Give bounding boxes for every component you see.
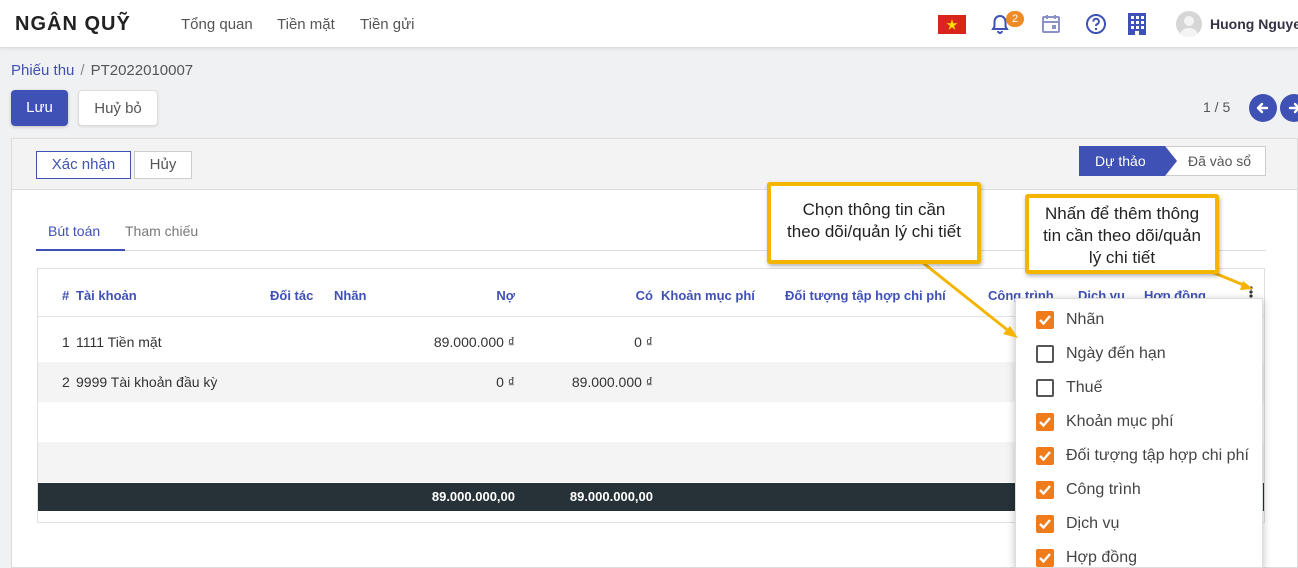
row-credit[interactable]: 89.000.000 ₫	[518, 374, 653, 390]
breadcrumb: Phiếu thu / PT2022010007	[11, 62, 193, 79]
pager-value: 1 / 5	[1203, 99, 1231, 115]
notification-badge: 2	[1006, 11, 1024, 27]
column-option-label: Thuế	[1066, 379, 1103, 396]
col-header-debit[interactable]: Nợ	[418, 288, 515, 303]
save-button[interactable]: Lưu	[11, 90, 68, 126]
breadcrumb-separator: /	[80, 62, 85, 79]
row-number: 1	[62, 334, 70, 350]
check-icon	[1039, 519, 1051, 530]
col-header-label[interactable]: Nhãn	[334, 288, 367, 303]
checkbox-unchecked[interactable]	[1036, 379, 1054, 397]
callout-choose-line1: Chọn thông tin cần	[802, 200, 946, 219]
total-debit: 89.000.000,00	[431, 489, 515, 504]
col-header-cost-object[interactable]: Đối tượng tập hợp chi phí	[785, 288, 946, 303]
discard-button[interactable]: Huỷ bỏ	[78, 90, 158, 126]
row-account[interactable]: 9999 Tài khoản đầu kỳ	[76, 374, 217, 390]
checkbox-checked[interactable]	[1036, 515, 1054, 533]
callout-click-line3: lý chi tiết	[1088, 248, 1156, 267]
app-brand[interactable]: NGÂN QUỸ	[15, 13, 131, 36]
callout-click-line2: tin cần theo dõi/quản	[1043, 226, 1201, 245]
breadcrumb-current: PT2022010007	[90, 62, 194, 79]
arrow-left-icon[interactable]	[1249, 94, 1277, 122]
user-avatar-icon[interactable]	[1176, 11, 1202, 37]
checkbox-checked[interactable]	[1036, 311, 1054, 329]
checkbox-checked[interactable]	[1036, 413, 1054, 431]
check-icon	[1039, 417, 1051, 428]
flag-vietnam-icon[interactable]	[938, 15, 966, 34]
nav-item-overview[interactable]: Tổng quan	[181, 16, 253, 33]
breadcrumb-parent[interactable]: Phiếu thu	[11, 62, 74, 79]
check-icon	[1039, 553, 1051, 564]
tab-journal-items[interactable]: Bút toán	[48, 223, 100, 239]
active-tab-indicator	[36, 249, 125, 251]
confirm-button[interactable]: Xác nhận	[36, 151, 131, 179]
callout-click-line1: Nhấn để thêm thông	[1044, 204, 1200, 223]
checkbox-unchecked[interactable]	[1036, 345, 1054, 363]
cancel-document-button[interactable]: Hủy	[134, 151, 192, 179]
stage-posted[interactable]: Đã vào sổ	[1165, 146, 1266, 176]
row-account[interactable]: 1111 Tiền mặt	[76, 334, 162, 350]
nav-item-cash[interactable]: Tiền mặt	[277, 16, 335, 33]
callout-choose-line2: theo dõi/quản lý chi tiết	[787, 222, 961, 241]
building-icon[interactable]	[1127, 12, 1147, 39]
callout-choose-info: Chọn thông tin cần theo dõi/quản lý chi …	[767, 182, 981, 264]
stage-draft[interactable]: Dự thảo	[1079, 146, 1177, 176]
top-navbar: NGÂN QUỸ Tổng quan Tiền mặt Tiền gửi 2 H…	[0, 0, 1298, 48]
column-option-label: Công trình	[1066, 481, 1141, 498]
total-credit: 89.000.000,00	[569, 489, 653, 504]
arrow-right-icon[interactable]	[1280, 94, 1298, 122]
calendar-icon[interactable]	[1041, 13, 1061, 38]
row-credit[interactable]: 0 ₫	[518, 334, 653, 350]
column-option-label: Nhãn	[1066, 311, 1105, 328]
tab-references[interactable]: Tham chiếu	[125, 223, 198, 239]
row-debit[interactable]: 0 ₫	[378, 374, 515, 390]
column-option-label: Dịch vụ	[1066, 515, 1120, 532]
column-option-label: Ngày đến hạn	[1066, 345, 1166, 362]
help-icon[interactable]	[1085, 13, 1107, 38]
column-option-label: Khoản mục phí	[1066, 413, 1174, 430]
nav-item-deposit[interactable]: Tiền gửi	[360, 16, 415, 33]
status-bar: Xác nhận Hủy Đã vào sổ Dự thảo	[12, 139, 1297, 190]
col-header-credit[interactable]: Có	[558, 288, 653, 303]
col-header-expense-item[interactable]: Khoản mục phí	[661, 288, 755, 303]
col-header-account[interactable]: Tài khoản	[76, 288, 137, 303]
row-number: 2	[62, 374, 70, 390]
col-header-partner[interactable]: Đối tác	[270, 288, 313, 303]
checkbox-checked[interactable]	[1036, 549, 1054, 567]
check-icon	[1039, 451, 1051, 462]
col-header-number: #	[62, 288, 70, 303]
column-option-label: Hợp đồng	[1066, 549, 1137, 566]
callout-click-to-add: Nhấn để thêm thông tin cần theo dõi/quản…	[1025, 194, 1219, 274]
user-name[interactable]: Huong Nguyen	[1210, 16, 1298, 32]
check-icon	[1039, 315, 1051, 326]
column-option-label: Đối tượng tập hợp chi phí	[1066, 447, 1249, 464]
check-icon	[1039, 485, 1051, 496]
row-debit[interactable]: 89.000.000 ₫	[378, 334, 515, 350]
column-options-icon[interactable]	[1249, 286, 1253, 298]
checkbox-checked[interactable]	[1036, 481, 1054, 499]
checkbox-checked[interactable]	[1036, 447, 1054, 465]
column-options-dropdown: Nhãn Ngày đến hạn Thuế Khoản mục phí Đối…	[1015, 298, 1263, 568]
